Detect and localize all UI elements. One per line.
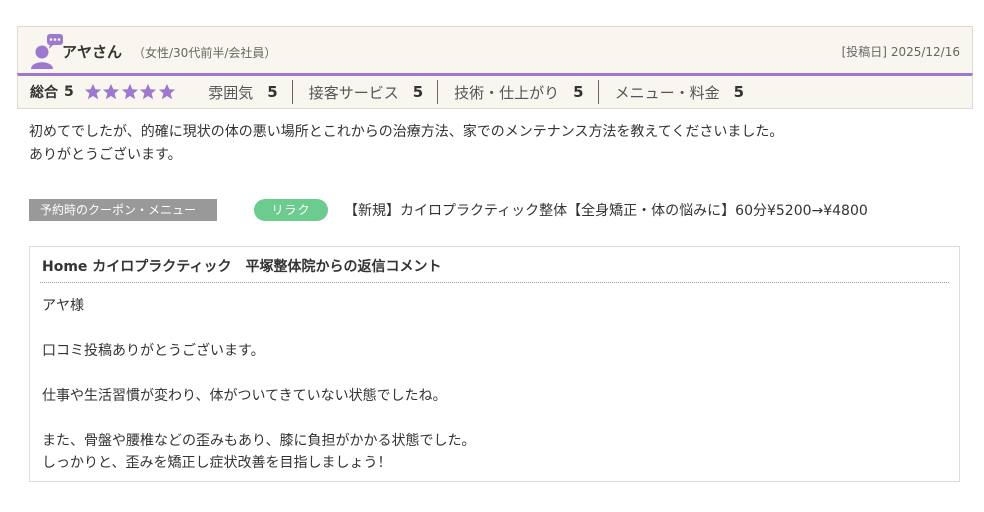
category-badge: リラク	[254, 199, 328, 221]
category-score: 5	[412, 83, 424, 101]
category-service: 接客サービス 5	[309, 80, 423, 104]
reply-line: また、骨盤や腰椎などの歪みもあり、膝に負担がかかる状態でした。	[42, 433, 476, 449]
overall-score: 5	[64, 84, 74, 100]
reply-line	[42, 407, 475, 430]
reply-line	[42, 317, 475, 340]
category-score: 5	[573, 83, 584, 101]
star-icon	[158, 83, 175, 100]
category-menu-price: メニュー・料金 5	[615, 80, 744, 104]
reply-line: 仕事や生活習慣が変わり、体がついてきていない状態でしたね。	[42, 388, 447, 404]
star-icon	[103, 83, 120, 100]
post-date-label: [投稿日]	[841, 45, 887, 59]
star-icon	[140, 83, 157, 100]
reply-title: Home カイロプラクティック 平塚整体院からの返信コメント	[42, 259, 442, 275]
reply-line: しっかりと、歪みを矯正し症状改善を目指しましょう！	[42, 455, 392, 471]
category-label: 雰囲気	[208, 83, 254, 102]
overall-rating: 総合 5	[30, 82, 176, 102]
reply-line: 口コミ投稿ありがとうございます。	[42, 343, 265, 359]
reviewer-name: アヤさん	[62, 43, 123, 61]
star-icon	[121, 83, 138, 100]
post-date-value: 2025/12/16	[890, 45, 960, 59]
category-label: 技術・仕上がり	[454, 83, 560, 102]
user-avatar-icon	[31, 34, 63, 69]
category-technique: 技術・仕上がり 5	[454, 80, 583, 104]
category-label: 接客サービス	[308, 83, 399, 102]
review-line: ありがとうございます。	[29, 147, 182, 163]
star-rating	[84, 83, 177, 101]
reply-line	[42, 362, 475, 385]
category-score: 5	[733, 83, 745, 101]
review-card: アヤさん （女性/30代前半/会社員） [投稿日] 2025/12/16 総合 …	[17, 26, 973, 109]
category-divider	[437, 80, 439, 104]
coupon-row: 予約時のクーポン・メニュー リラク 【新規】カイロプラクティック整体【全身矯正・…	[29, 199, 868, 221]
category-divider	[597, 80, 599, 104]
coupon-menu-name[interactable]: 【新規】カイロプラクティック整体【全身矯正・体の悩みに】60分¥5200→¥48…	[344, 200, 868, 220]
reply-box: Home カイロプラクティック 平塚整体院からの返信コメント アヤ様 口コミ投稿…	[29, 246, 960, 482]
category-divider	[291, 80, 293, 104]
reply-divider	[40, 282, 949, 283]
review-text: 初めてでしたが、的確に現状の体の悪い場所とこれからの治療方法、家でのメンテナンス…	[29, 121, 783, 167]
reply-line: アヤ様	[42, 298, 84, 314]
category-score: 5	[267, 83, 278, 101]
category-label: メニュー・料金	[614, 83, 720, 102]
reply-text: アヤ様 口コミ投稿ありがとうございます。 仕事や生活習慣が変わり、体がついてきて…	[42, 295, 475, 474]
reviewer-profile: （女性/30代前半/会社員）	[133, 46, 277, 60]
post-date: [投稿日] 2025/12/16	[842, 43, 960, 60]
overall-label: 総合	[30, 85, 58, 101]
rating-bar: 総合 5 雰囲気 5 接客サービス 5 技術・仕上がり 5 メニュー・料金 5	[17, 73, 973, 109]
category-atmosphere: 雰囲気 5	[208, 80, 277, 104]
review-line: 初めてでしたが、的確に現状の体の悪い場所とこれからの治療方法、家でのメンテナンス…	[29, 124, 784, 140]
coupon-tag: 予約時のクーポン・メニュー	[29, 199, 217, 221]
star-icon	[84, 83, 101, 100]
review-header: アヤさん （女性/30代前半/会社員） [投稿日] 2025/12/16	[17, 26, 973, 73]
